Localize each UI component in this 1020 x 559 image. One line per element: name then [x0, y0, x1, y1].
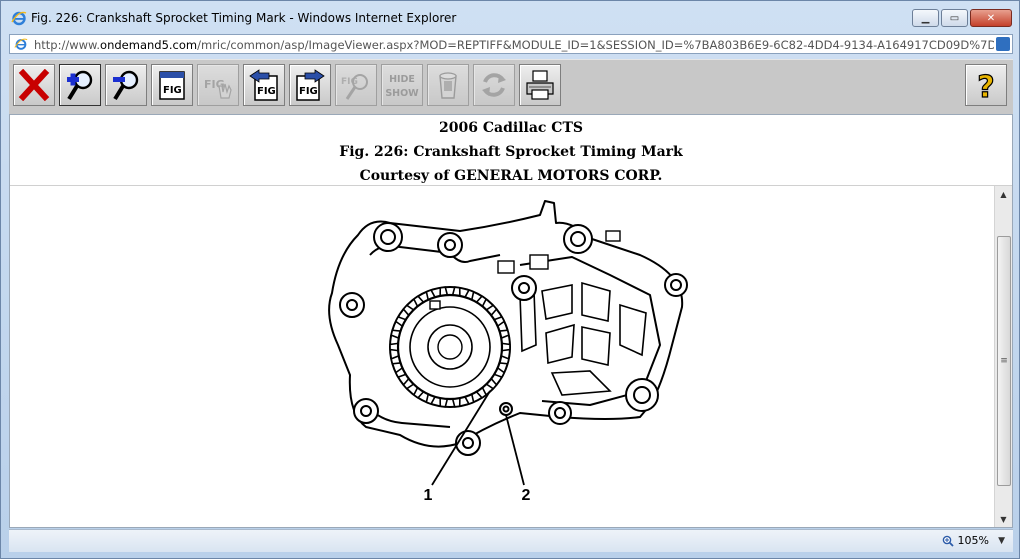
- previous-figure-button[interactable]: FIG: [243, 64, 285, 106]
- vehicle-title: 2006 Cadillac CTS: [439, 120, 583, 136]
- zoom-in-button[interactable]: [59, 64, 101, 106]
- fig-label: FIG: [163, 85, 182, 96]
- browser-window: Fig. 226: Crankshaft Sprocket Timing Mar…: [0, 0, 1020, 559]
- figure-pan-button[interactable]: FIG: [197, 64, 239, 106]
- hide-label: HIDE: [389, 74, 415, 85]
- zoom-dropdown-icon[interactable]: ▼: [998, 536, 1005, 546]
- url-prefix: http://www.: [34, 38, 101, 52]
- close-window-button[interactable]: ✕: [970, 9, 1012, 27]
- zoom-in-icon: [67, 70, 93, 101]
- title-bar: Fig. 226: Crankshaft Sprocket Timing Mar…: [1, 1, 1019, 33]
- address-bar[interactable]: http://www.ondemand5.com/mric/common/asp…: [9, 34, 1013, 54]
- page-ie-icon: [14, 38, 28, 50]
- next-figure-button[interactable]: FIG: [289, 64, 331, 106]
- hide-show-icon: HIDE SHOW: [385, 74, 419, 99]
- close-x-icon: [18, 69, 50, 101]
- hide-show-button[interactable]: HIDE SHOW: [381, 64, 423, 106]
- figure-list-button[interactable]: FIG: [151, 64, 193, 106]
- vertical-scrollbar[interactable]: ▲ ≡ ▼: [994, 186, 1012, 527]
- zoom-out-button[interactable]: [105, 64, 147, 106]
- figure-viewer: 2006 Cadillac CTS Fig. 226: Crankshaft S…: [9, 114, 1013, 528]
- printer-icon: [526, 70, 554, 100]
- prev-fig-label: FIG: [257, 86, 276, 97]
- figure-caption: Fig. 226: Crankshaft Sprocket Timing Mar…: [339, 144, 683, 160]
- callout-1-label: 1: [424, 487, 433, 504]
- show-label: SHOW: [385, 88, 419, 99]
- scroll-down-arrow-icon[interactable]: ▼: [995, 511, 1012, 527]
- courtesy-line: Courtesy of GENERAL MOTORS CORP.: [359, 168, 663, 184]
- url-domain: ondemand5.com: [100, 38, 198, 52]
- fig-find-icon: FIG: [341, 74, 368, 100]
- close-figure-button[interactable]: [13, 64, 55, 106]
- zoom-out-icon: [113, 70, 139, 101]
- compatibility-view-icon[interactable]: [996, 37, 1010, 51]
- paint-bucket-icon: [439, 72, 457, 99]
- next-fig-icon: FIG: [296, 69, 325, 101]
- address-url[interactable]: http://www.ondemand5.com/mric/common/asp…: [34, 38, 994, 52]
- print-button[interactable]: [519, 64, 561, 106]
- crankshaft-sprocket-diagram: 1 2: [328, 200, 688, 504]
- help-button[interactable]: ?: [965, 64, 1007, 106]
- figure-header: 2006 Cadillac CTS Fig. 226: Crankshaft S…: [10, 115, 1012, 186]
- window-title: Fig. 226: Crankshaft Sprocket Timing Mar…: [31, 11, 457, 25]
- fig-icon: FIG: [159, 71, 185, 100]
- zoom-control[interactable]: 105%: [942, 534, 989, 547]
- scrollbar-thumb[interactable]: ≡: [997, 236, 1011, 486]
- zoom-magnifier-icon: [942, 535, 954, 547]
- next-fig-label: FIG: [299, 86, 318, 97]
- zoom-level: 105%: [957, 534, 989, 547]
- help-icon: ?: [977, 69, 996, 102]
- previous-fig-icon: FIG: [249, 69, 278, 101]
- scroll-up-arrow-icon[interactable]: ▲: [995, 186, 1012, 202]
- url-path: /mric/common/asp/ImageViewer.aspx?MOD=RE…: [197, 38, 994, 52]
- callout-2-label: 2: [522, 487, 531, 504]
- maximize-button[interactable]: ▭: [941, 9, 968, 27]
- fig-find-label: FIG: [341, 77, 358, 87]
- color-button[interactable]: [427, 64, 469, 106]
- rotate-button[interactable]: [473, 64, 515, 106]
- help-label: ?: [977, 70, 994, 102]
- refresh-icon: [482, 73, 506, 97]
- figure-find-button[interactable]: FIG: [335, 64, 377, 106]
- viewer-toolbar: FIG FIG FIG FIG FIG HIDE SHOW ?: [9, 59, 1013, 115]
- minimize-button[interactable]: ▁: [912, 9, 939, 27]
- internet-explorer-icon: [11, 11, 27, 26]
- status-bar: 105% ▼: [9, 529, 1013, 552]
- fig-hand-icon: FIG: [204, 78, 232, 99]
